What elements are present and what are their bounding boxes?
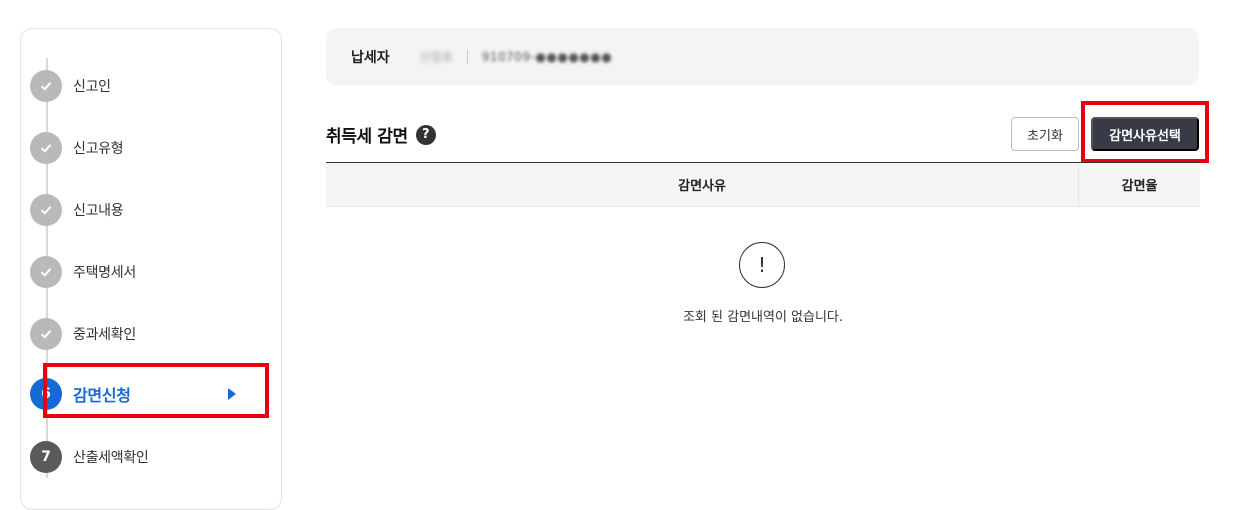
taxpayer-name: 신정호 <box>419 50 453 64</box>
column-header-reason: 감면사유 <box>326 163 1080 206</box>
check-icon <box>30 256 62 288</box>
step-label: 신고인 <box>73 79 111 95</box>
taxpayer-info-bar: 납세자 신정호 910709-●●●●●●● <box>326 28 1199 85</box>
step-item-1[interactable]: 신고인 <box>30 69 260 103</box>
step-number-badge: 7 <box>30 441 62 473</box>
divider <box>466 49 468 64</box>
check-icon <box>30 194 62 226</box>
step-item-2[interactable]: 신고유형 <box>30 131 260 165</box>
empty-state-message: 조회 된 감면내역이 없습니다. <box>682 310 844 325</box>
help-icon[interactable]: ? <box>415 124 436 145</box>
step-label: 주택명세서 <box>73 265 136 281</box>
step-item-7[interactable]: 7 산출세액확인 <box>30 440 260 474</box>
button-highlight-box <box>1081 101 1209 163</box>
reduction-table-header: 감면사유 감면율 <box>326 162 1200 207</box>
section-title: 취득세 감면 <box>326 127 408 147</box>
column-header-rate: 감면율 <box>1121 179 1158 194</box>
check-icon <box>30 132 62 164</box>
check-icon <box>30 70 62 102</box>
step-item-4[interactable]: 주택명세서 <box>30 255 260 289</box>
step-label: 산출세액확인 <box>73 450 149 466</box>
taxpayer-label: 납세자 <box>351 49 390 66</box>
step-label: 신고유형 <box>73 141 124 157</box>
step-label: 신고내용 <box>73 203 124 219</box>
section-header: 취득세 감면 ? <box>326 122 436 147</box>
step-label: 중과세확인 <box>73 327 136 343</box>
exclamation-icon: ! <box>739 242 785 288</box>
reset-button[interactable]: 초기화 <box>1011 117 1079 151</box>
active-step-highlight-box <box>43 363 269 418</box>
step-item-3[interactable]: 신고내용 <box>30 193 260 227</box>
step-item-5[interactable]: 중과세확인 <box>30 317 260 351</box>
taxpayer-id: 910709-●●●●●●● <box>481 49 613 64</box>
check-icon <box>30 318 62 350</box>
